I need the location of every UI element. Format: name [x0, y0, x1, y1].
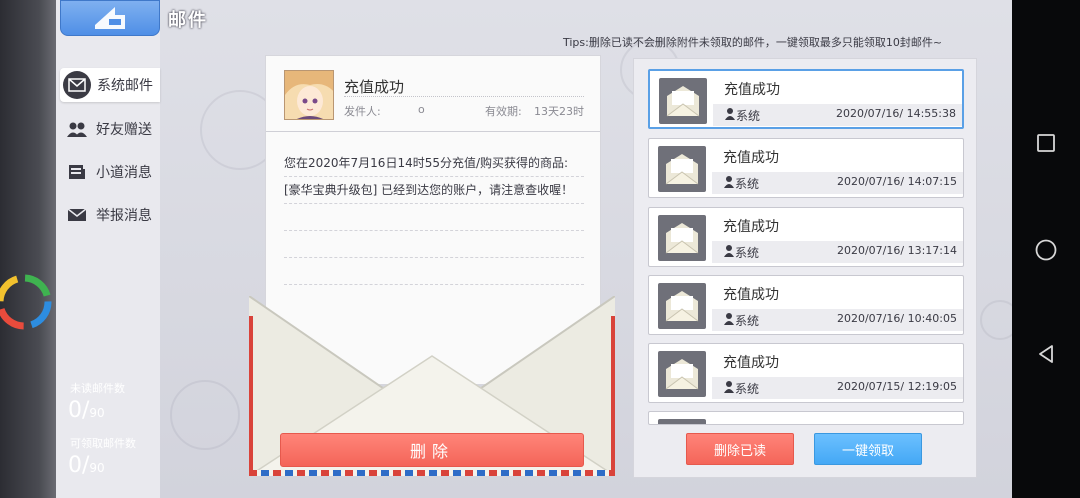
- mail-subject: 充值成功: [724, 82, 780, 98]
- mail-subject: 充值成功: [723, 355, 779, 371]
- delete-read-button[interactable]: 删除已读: [686, 433, 794, 465]
- claimable-count-label: 可领取邮件数: [70, 437, 136, 450]
- mail-list-item[interactable]: 充值成功 系统 2020/07/15/ 12:19:05: [648, 343, 964, 403]
- ruled-line: [284, 203, 584, 204]
- screen-left-edge: [0, 0, 56, 498]
- mail-sender: 系统: [735, 246, 760, 260]
- mail-sender: 系统: [736, 109, 761, 123]
- ruled-line: [284, 230, 584, 231]
- unread-count: 0/90: [68, 398, 105, 423]
- nav-item-label: 小道消息: [96, 165, 152, 181]
- background-decoration: [170, 380, 240, 450]
- back-button[interactable]: [60, 0, 160, 36]
- person-icon: [724, 313, 734, 325]
- unread-count-label: 未读邮件数: [70, 382, 125, 395]
- letter-body: 您在2020年7月16日14时55分充值/购买获得的商品: [豪华宝典升级包] …: [284, 156, 574, 197]
- valid-label: 有效期:: [485, 105, 522, 118]
- friends-icon: [66, 119, 88, 139]
- nav-item-system-mail[interactable]: 系统邮件: [60, 68, 160, 102]
- mail-sender: 系统: [735, 382, 760, 396]
- letter-header: 充值成功 发件人: o 有效期: 13天23时: [266, 56, 600, 132]
- person-icon: [724, 245, 734, 257]
- mail-list-item[interactable]: 充值成功 系统 2020/07/16/ 10:40:05: [648, 275, 964, 335]
- mail-envelope-icon: [658, 419, 706, 424]
- report-icon: [66, 205, 88, 225]
- person-icon: [724, 176, 734, 188]
- sender-avatar: [284, 70, 334, 120]
- nav-item-label: 举报消息: [96, 208, 152, 224]
- ruled-line: [284, 284, 584, 285]
- ruled-line: [284, 257, 584, 258]
- page-title: 邮件: [168, 10, 208, 31]
- divider: [344, 96, 584, 97]
- nav-item-friend-gifts[interactable]: 好友赠送: [60, 112, 160, 146]
- ruled-line: [284, 176, 584, 177]
- mail-envelope-icon: [659, 78, 707, 124]
- recent-apps-icon[interactable]: [1036, 133, 1056, 153]
- nav-item-label: 系统邮件: [97, 78, 153, 94]
- collect-all-button[interactable]: 一键领取: [814, 433, 922, 465]
- tips-text: Tips:删除已读不会删除附件未领取的邮件，一键领取最多只能领取10封邮件~: [563, 36, 943, 49]
- mail-sender: 系统: [735, 177, 760, 191]
- nav-item-reports[interactable]: 举报消息: [60, 198, 160, 232]
- delete-button[interactable]: 删除: [280, 433, 584, 467]
- letter-subject: 充值成功: [344, 78, 405, 96]
- mail-envelope-icon: [658, 146, 706, 192]
- back-icon[interactable]: [1036, 344, 1056, 364]
- mail-icon: [63, 71, 91, 99]
- home-icon[interactable]: [1034, 238, 1058, 262]
- mail-date: 2020/07/16/ 14:07:15: [836, 175, 957, 188]
- mail-list-item[interactable]: 充值成功 系统 2020/07/16/ 14:07:15: [648, 138, 964, 198]
- news-icon: [66, 162, 88, 182]
- mail-envelope-icon: [658, 215, 706, 261]
- mail-subject: 充值成功: [723, 219, 779, 235]
- mail-date: 2020/07/15/ 12:19:05: [836, 380, 957, 393]
- nav-item-label: 好友赠送: [96, 122, 152, 138]
- sender-label: 发件人:: [344, 105, 381, 118]
- mail-subject: 充值成功: [723, 150, 779, 166]
- sender-value: o: [418, 103, 425, 116]
- mail-subject: 充值成功: [723, 287, 779, 303]
- person-icon: [724, 381, 734, 393]
- mail-date: 2020/07/16/ 10:40:05: [836, 312, 957, 325]
- person-icon: [725, 108, 735, 120]
- mail-date: 2020/07/16/ 14:55:38: [835, 107, 956, 120]
- mail-date: 2020/07/16/ 13:17:14: [836, 244, 957, 257]
- mail-envelope-icon: [658, 351, 706, 397]
- system-nav-bar: [1012, 0, 1080, 498]
- nav-item-gossip[interactable]: 小道消息: [60, 155, 160, 189]
- mail-sender: 系统: [735, 314, 760, 328]
- mail-list-item-partial[interactable]: [648, 411, 964, 425]
- mail-list-item[interactable]: 充值成功 系统 2020/07/16/ 13:17:14: [648, 207, 964, 267]
- back-arrow-icon: [95, 7, 125, 29]
- game-screen: 邮件 系统邮件 好友赠送 小道消息 举报消息 未读邮件数 0/90 可领取邮件数…: [0, 0, 1080, 498]
- claimable-count: 0/90: [68, 453, 105, 478]
- loading-indicator: [0, 274, 52, 330]
- valid-value: 13天23时: [534, 105, 584, 118]
- mail-list-item[interactable]: 充值成功 系统 2020/07/16/ 14:55:38: [648, 69, 964, 129]
- mail-envelope-icon: [658, 283, 706, 329]
